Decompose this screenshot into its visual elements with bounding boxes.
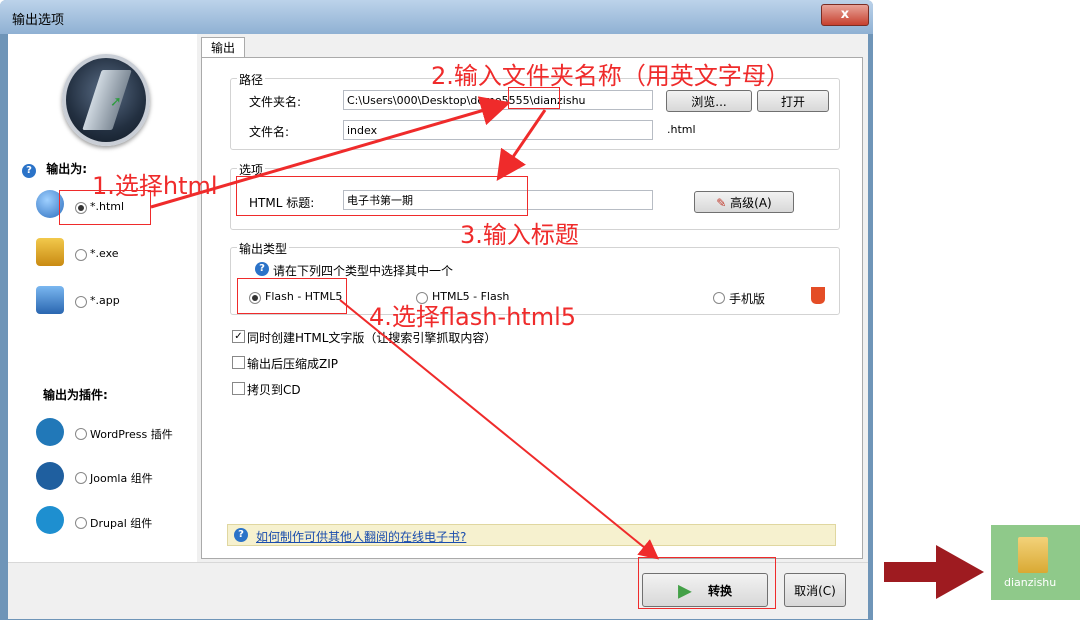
annotation-arrows [150, 96, 660, 560]
result-folder[interactable]: dianzishu [991, 525, 1080, 600]
result-arrow-icon [884, 545, 984, 599]
folder-icon [1018, 537, 1048, 573]
folder-label: dianzishu [1004, 576, 1057, 589]
